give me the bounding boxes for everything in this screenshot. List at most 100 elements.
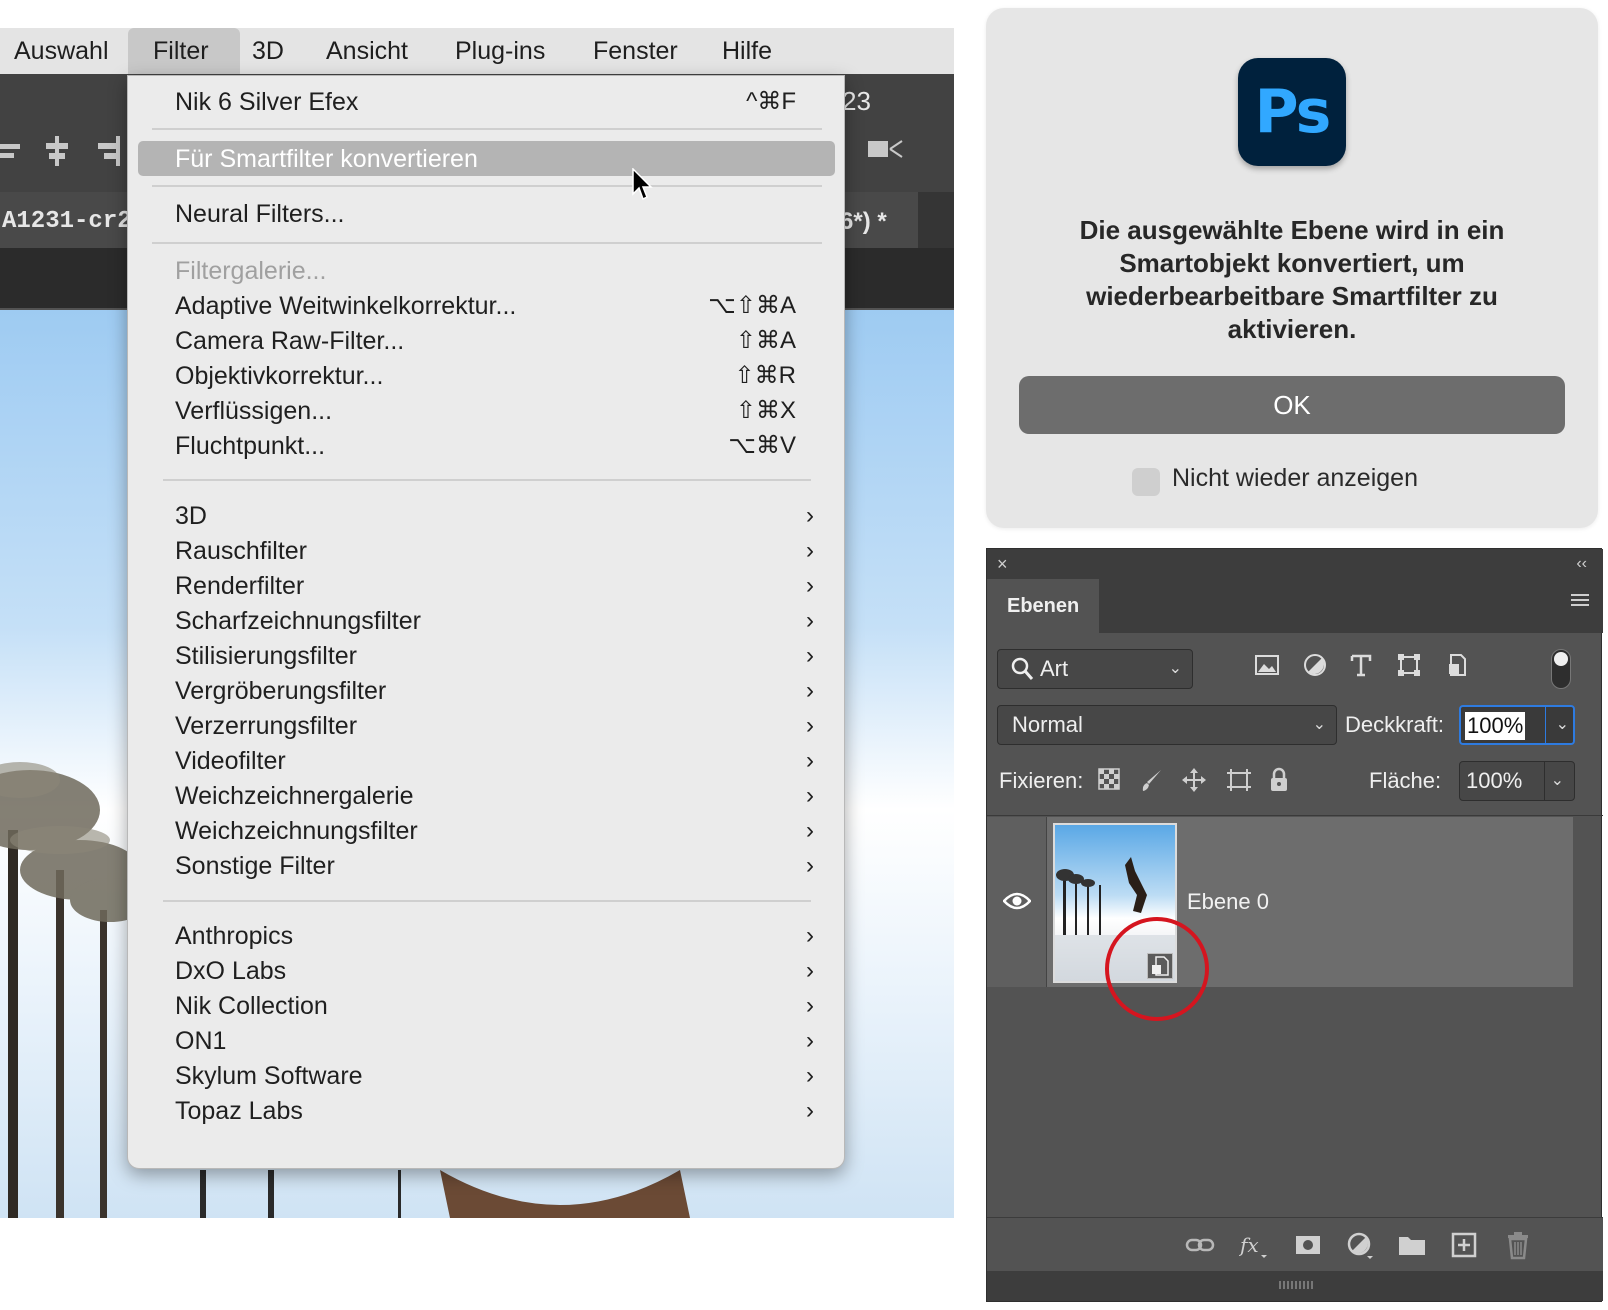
blend-mode-value: Normal	[1012, 712, 1083, 737]
menu-item-smartfilter-convert[interactable]: Für Smartfilter konvertieren	[138, 141, 835, 176]
menu-item-label: Verzerrungsfilter	[175, 712, 358, 740]
fill-input[interactable]: 100% ⌄	[1459, 761, 1575, 801]
menu-item-objektivkorrektur[interactable]: Objektivkorrektur... ⇧⌘R	[128, 358, 846, 394]
group-folder-icon[interactable]	[1397, 1230, 1427, 1260]
dialog-message: Die ausgewählte Ebene wird in ein Smarto…	[1079, 215, 1505, 344]
submenu-chevron-icon: ›	[806, 992, 814, 1019]
ok-button[interactable]: OK	[1019, 376, 1565, 434]
menu-item-vergroeberungsfilter[interactable]: Vergröberungsfilter ›	[128, 673, 846, 709]
menu-item-nik-collection[interactable]: Nik Collection ›	[128, 988, 846, 1024]
menu-item-label: Fluchtpunkt...	[175, 432, 326, 460]
menu-item-stilisierungsfilter[interactable]: Stilisierungsfilter ›	[128, 638, 846, 674]
align-right-icon[interactable]	[94, 136, 120, 174]
panel-resize-bar[interactable]	[987, 1271, 1603, 1301]
chevron-down-icon: ⌄	[1312, 716, 1326, 733]
layer-row[interactable]: Ebene 0	[987, 817, 1573, 1021]
menu-item-label: Objektivkorrektur...	[175, 362, 384, 390]
menu-item-videofilter[interactable]: Videofilter ›	[128, 743, 846, 779]
menu-item-shortcut: ⌥⇧⌘A	[708, 292, 796, 319]
type-filter-icon[interactable]	[1347, 651, 1379, 687]
resize-grip-icon[interactable]	[1279, 1281, 1315, 1289]
submenu-chevron-icon: ›	[806, 712, 814, 739]
smartobject-dialog: Ps Die ausgewählte Ebene wird in ein Sma…	[986, 8, 1598, 528]
menu-item-label: Anthropics	[175, 922, 294, 950]
menu-item-weichzeichnergalerie[interactable]: Weichzeichnergalerie ›	[128, 778, 846, 814]
menu-item-filtergalerie[interactable]: Filtergalerie...	[128, 253, 846, 289]
lock-image-pixels-icon[interactable]	[1139, 767, 1167, 795]
menu-item-fluchtpunkt[interactable]: Fluchtpunkt... ⌥⌘V	[128, 428, 846, 464]
menu-item-skylum-software[interactable]: Skylum Software ›	[128, 1058, 846, 1094]
menu-item-3d[interactable]: 3D ›	[128, 498, 846, 534]
menu-item-verfluessigen[interactable]: Verflüssigen... ⇧⌘X	[128, 393, 846, 429]
image-filter-icon[interactable]	[1253, 651, 1285, 687]
eye-icon[interactable]	[1002, 891, 1032, 916]
filter-kind-dropdown[interactable]: Art ⌄	[997, 649, 1193, 689]
page-background	[0, 1218, 954, 1310]
svg-text:fx: fx	[1239, 1233, 1259, 1257]
menu-item-anthropics[interactable]: Anthropics ›	[128, 918, 846, 954]
adjustment-filter-icon[interactable]	[1301, 651, 1333, 687]
menu-separator	[152, 128, 822, 130]
menu-item-adaptive-weitwinkel[interactable]: Adaptive Weitwinkelkorrektur... ⌥⇧⌘A	[128, 288, 846, 324]
menu-item-topaz-labs[interactable]: Topaz Labs ›	[128, 1093, 846, 1129]
photoshop-logo-text: Ps	[1254, 77, 1332, 147]
shape-filter-icon[interactable]	[1395, 651, 1427, 687]
menu-bar: Auswahl Filter 3D Ansicht Plug-ins Fenst…	[0, 28, 954, 74]
fill-divider	[1544, 762, 1545, 800]
menu-fenster[interactable]: Fenster	[593, 28, 678, 74]
menu-item-nik-silver-efex[interactable]: Nik 6 Silver Efex ^⌘F	[128, 84, 846, 120]
menu-ansicht[interactable]: Ansicht	[326, 28, 408, 74]
menu-item-label: Weichzeichnungsfilter	[175, 817, 418, 845]
menu-item-neural-filters[interactable]: Neural Filters...	[128, 196, 846, 232]
lock-transparent-pixels-icon[interactable]	[1097, 767, 1125, 795]
menu-item-dxo-labs[interactable]: DxO Labs ›	[128, 953, 846, 989]
tab-ebenen[interactable]: Ebenen	[987, 579, 1099, 633]
menu-item-camera-raw[interactable]: Camera Raw-Filter... ⇧⌘A	[128, 323, 846, 359]
blend-mode-dropdown[interactable]: Normal ⌄	[997, 705, 1337, 745]
fx-icon[interactable]: fx	[1238, 1230, 1269, 1260]
menu-item-weichzeichnungsfilter[interactable]: Weichzeichnungsfilter ›	[128, 813, 846, 849]
opacity-input[interactable]: 100% ⌄	[1459, 705, 1575, 745]
menu-item-scharfzeichnungsfilter[interactable]: Scharfzeichnungsfilter ›	[128, 603, 846, 639]
dont-show-again-checkbox[interactable]	[1132, 468, 1160, 496]
menu-auswahl[interactable]: Auswahl	[14, 28, 109, 74]
panel-menu-icon[interactable]	[1569, 591, 1591, 614]
chevron-down-icon[interactable]: ⌄	[1551, 762, 1564, 800]
close-icon[interactable]: ×	[997, 549, 1008, 579]
link-layers-icon[interactable]	[1185, 1230, 1215, 1260]
menu-item-shortcut: ^⌘F	[746, 88, 796, 115]
collapse-panel-icon[interactable]: ‹‹	[1576, 549, 1587, 579]
lock-all-icon[interactable]	[1267, 767, 1295, 795]
smart-object-filter-icon[interactable]	[1443, 651, 1475, 687]
align-center-icon[interactable]	[44, 136, 70, 174]
trash-icon[interactable]	[1503, 1230, 1533, 1260]
menu-item-sonstige-filter[interactable]: Sonstige Filter ›	[128, 848, 846, 884]
menu-item-renderfilter[interactable]: Renderfilter ›	[128, 568, 846, 604]
menu-3d[interactable]: 3D	[252, 28, 284, 74]
menu-item-label: Skylum Software	[175, 1062, 363, 1090]
add-mask-icon[interactable]	[1293, 1230, 1323, 1260]
menu-filter[interactable]: Filter	[128, 28, 240, 74]
chevron-down-icon[interactable]: ⌄	[1556, 707, 1569, 743]
lock-label: Fixieren:	[999, 768, 1084, 793]
new-layer-icon[interactable]	[1449, 1230, 1479, 1260]
video-icon[interactable]	[868, 136, 908, 168]
lock-artboard-icon[interactable]	[1225, 767, 1253, 795]
menu-item-label: Weichzeichnergalerie	[175, 782, 414, 810]
menu-item-on1[interactable]: ON1 ›	[128, 1023, 846, 1059]
menu-item-verzerrungsfilter[interactable]: Verzerrungsfilter ›	[128, 708, 846, 744]
filter-toggle-switch[interactable]	[1551, 649, 1571, 689]
align-left-icon[interactable]	[0, 136, 24, 174]
dont-show-again-label[interactable]: Nicht wieder anzeigen	[1172, 464, 1418, 493]
menu-item-shortcut: ⇧⌘A	[735, 327, 796, 354]
menu-item-rauschfilter[interactable]: Rauschfilter ›	[128, 533, 846, 569]
adjustment-layer-icon[interactable]	[1345, 1230, 1375, 1260]
opacity-divider	[1545, 707, 1546, 743]
menu-hilfe[interactable]: Hilfe	[722, 28, 772, 74]
lock-position-icon[interactable]	[1181, 767, 1209, 795]
menu-item-shortcut: ⇧⌘R	[734, 362, 796, 389]
menu-plugins[interactable]: Plug-ins	[455, 28, 545, 74]
menu-item-label: Renderfilter	[175, 572, 305, 600]
submenu-chevron-icon: ›	[806, 1062, 814, 1089]
chevron-down-icon: ⌄	[1168, 660, 1182, 677]
